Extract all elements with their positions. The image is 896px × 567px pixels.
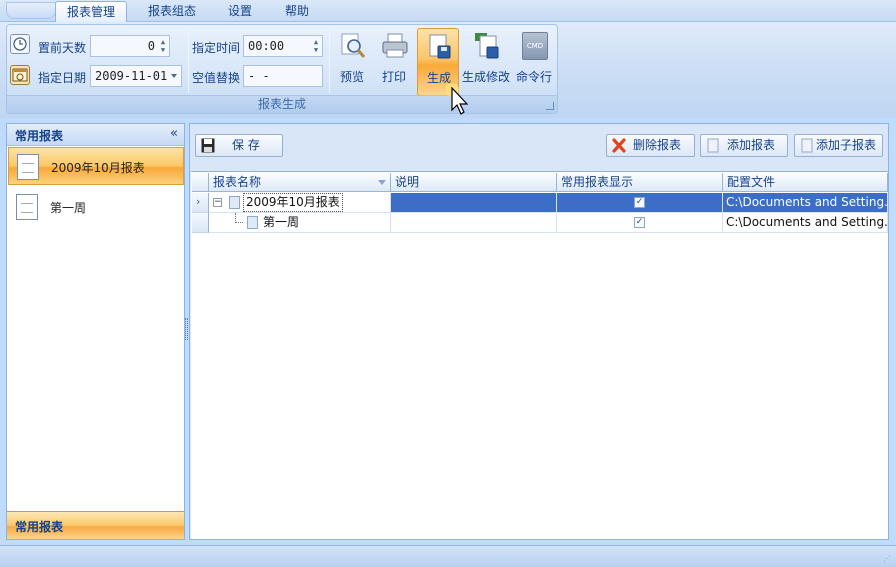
new-document-icon (707, 138, 719, 153)
cell-desc[interactable] (391, 213, 557, 233)
nav-item-label: 第一周 (50, 201, 87, 215)
generate-doc-icon (429, 34, 451, 59)
left-panel-header: 常用报表 « (7, 124, 184, 146)
favorite-reports-panel: 常用报表 « 2009年10月报表 第一周 常用报表 (6, 123, 185, 540)
report-list-panel: 保 存 删除报表 添加报表 添加子报表 报表名称 说明 常用报表显示 配置文件 … (189, 123, 889, 540)
dropdown-arrow-icon[interactable] (171, 74, 177, 78)
null-replace-value: - - (248, 69, 270, 83)
sort-arrow-icon (378, 180, 386, 185)
spin-arrows-icon[interactable]: ▲ ▼ (159, 38, 167, 54)
current-row-arrow-icon: › (196, 195, 201, 208)
date-value: 2009-11-01 (95, 69, 168, 83)
delete-report-button[interactable]: 删除报表 (606, 134, 695, 157)
add-report-label: 添加报表 (727, 138, 776, 152)
add-report-button[interactable]: 添加报表 (700, 134, 788, 157)
generate-modify-button[interactable]: 生成修改 (462, 28, 510, 96)
report-grid: 报表名称 说明 常用报表显示 配置文件 › − 2009年10月报表 ✓ C:\… (191, 171, 888, 539)
save-button[interactable]: 保 存 (195, 134, 283, 157)
nav-item-label: 2009年10月报表 (51, 161, 145, 175)
cell-show[interactable]: ✓ (557, 213, 723, 233)
magnifier-icon (341, 33, 366, 58)
advance-days-value: 0 (147, 39, 155, 53)
cmd-icon: CMD (522, 32, 548, 60)
nav-item-week-1[interactable]: 第一周 (8, 188, 184, 226)
command-line-button[interactable]: CMD 命令行 (513, 28, 555, 96)
null-replace-label: 空值替换 (192, 71, 241, 85)
row-indicator[interactable]: › (192, 193, 209, 213)
print-button[interactable]: 打印 (373, 28, 415, 96)
document-icon (229, 196, 240, 209)
spin-arrows-icon[interactable]: ▲ ▼ (312, 38, 320, 54)
save-label: 保 存 (232, 138, 260, 152)
new-child-document-icon (801, 138, 813, 153)
tab-settings[interactable]: 设置 (218, 1, 262, 22)
generate-modify-icon (475, 33, 499, 59)
tab-report-management[interactable]: 报表管理 (55, 1, 127, 23)
add-child-report-button[interactable]: 添加子报表 (794, 134, 883, 157)
delete-x-icon (612, 138, 626, 153)
status-bar: ⋰ (0, 545, 896, 567)
document-icon (247, 216, 258, 229)
cell-name[interactable]: − 2009年10月报表 (209, 193, 391, 213)
ribbon-group-caption: 报表生成 (7, 95, 557, 113)
time-value: 00:00 (248, 39, 285, 53)
cell-name[interactable]: 第一周 (209, 213, 391, 233)
left-panel-footer-button[interactable]: 常用报表 (7, 511, 184, 539)
dialog-launcher-icon[interactable] (546, 102, 554, 110)
time-label: 指定时间 (192, 41, 241, 55)
command-line-label: 命令行 (515, 70, 552, 84)
grid-corner (192, 173, 209, 192)
advance-days-label: 置前天数 (38, 41, 87, 55)
tree-connector (235, 213, 243, 223)
nav-item-report-2009-10[interactable]: 2009年10月报表 (8, 147, 184, 185)
cell-name-text: 2009年10月报表 (243, 193, 343, 212)
collapse-panel-icon[interactable]: « (170, 126, 178, 141)
tree-collapse-icon[interactable]: − (213, 198, 222, 207)
column-header-label: 说明 (395, 175, 420, 189)
printer-icon (382, 33, 408, 58)
date-picker[interactable]: 2009-11-01 (90, 65, 182, 87)
column-header-label: 配置文件 (727, 175, 776, 189)
left-panel-title: 常用报表 (15, 129, 64, 143)
cell-config[interactable]: C:\Documents and Setting... (723, 193, 888, 213)
column-header-name[interactable]: 报表名称 (209, 173, 391, 192)
delete-report-label: 删除报表 (633, 138, 682, 152)
column-header-desc[interactable]: 说明 (391, 173, 557, 192)
resize-grip-icon[interactable]: ⋰ (883, 554, 893, 564)
time-input[interactable]: 00:00 ▲ ▼ (243, 35, 323, 57)
preview-button[interactable]: 预览 (331, 28, 373, 96)
cell-config[interactable]: C:\Documents and Setting... (723, 213, 888, 233)
cell-name-text: 第一周 (263, 215, 300, 229)
ribbon-tab-strip: 报表管理 报表组态 设置 帮助 (0, 0, 896, 23)
document-icon (17, 154, 39, 180)
floppy-disk-icon (201, 138, 215, 153)
group-caption-text: 报表生成 (257, 97, 306, 111)
tab-report-config[interactable]: 报表组态 (138, 1, 206, 22)
tab-help[interactable]: 帮助 (275, 1, 319, 22)
calendar-icon (10, 65, 30, 85)
favorite-checkbox[interactable]: ✓ (634, 217, 645, 228)
document-icon (16, 194, 38, 220)
column-header-label: 报表名称 (213, 175, 262, 189)
add-child-report-label: 添加子报表 (816, 138, 877, 152)
advance-days-input[interactable]: 0 ▲ ▼ (90, 35, 170, 57)
date-label: 指定日期 (38, 71, 87, 85)
group-separator (188, 31, 189, 93)
column-header-show[interactable]: 常用报表显示 (557, 173, 723, 192)
app-menu-button[interactable] (6, 2, 56, 19)
ribbon-group-report-generate: 置前天数 0 ▲ ▼ 指定日期 2009-11-01 指定时间 00:00 ▲ ▼ … (6, 24, 558, 114)
column-header-label: 常用报表显示 (561, 175, 634, 189)
cell-show[interactable]: ✓ (557, 193, 723, 213)
null-replace-input[interactable]: - - (243, 65, 323, 87)
mouse-cursor-icon (446, 84, 468, 115)
panel-splitter[interactable] (185, 318, 188, 340)
column-header-config[interactable]: 配置文件 (723, 173, 888, 192)
clock-icon (10, 34, 30, 54)
favorite-checkbox[interactable]: ✓ (634, 197, 645, 208)
row-indicator[interactable] (192, 213, 209, 233)
cell-desc[interactable] (391, 193, 557, 213)
left-panel-footer-label: 常用报表 (15, 520, 64, 534)
